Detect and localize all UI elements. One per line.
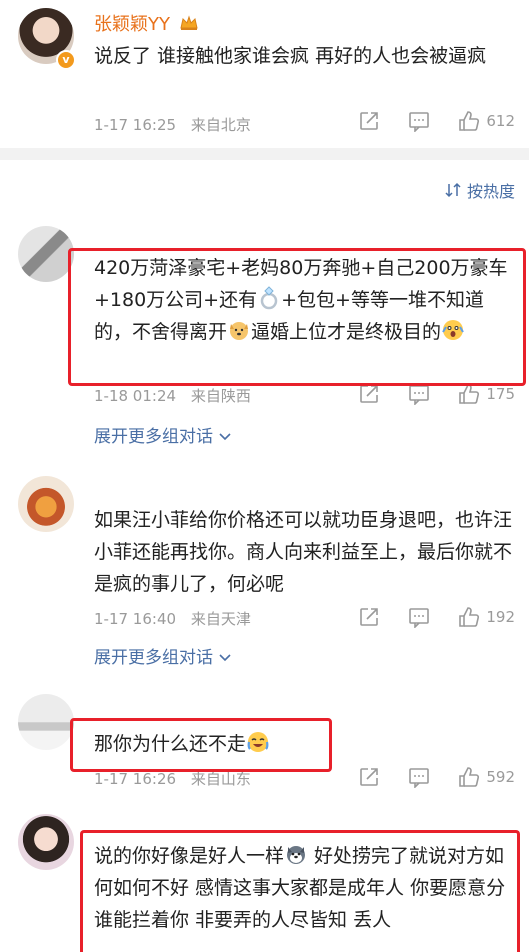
like-button[interactable]: 175: [458, 383, 515, 405]
chevron-down-icon: [219, 433, 231, 441]
comment-icon: [409, 768, 430, 788]
comment-text: 说的你好像是好人一样 好处捞完了就说对方如何如何不好 感情这事大家都是成年人 你…: [94, 840, 512, 936]
comment-actions: 612: [330, 110, 515, 132]
avatar[interactable]: [18, 814, 74, 870]
crying-laugh-emoji-icon: [247, 732, 269, 752]
share-icon: [360, 768, 379, 786]
comment-icon: [409, 385, 430, 405]
chevron-down-icon: [219, 654, 231, 662]
comment-4: 那你为什么还不走 1-17 16:26 来自山东 592: [0, 690, 529, 805]
expand-conversation-link[interactable]: 展开更多组对话: [94, 422, 231, 447]
share-button[interactable]: [358, 110, 380, 132]
comment-location: 来自天津: [190, 610, 251, 628]
comment-text: 如果汪小菲给你价格还可以就功臣身退吧，也许汪小菲还能再找你。商人向来利益至上，最…: [94, 509, 513, 595]
comment-text: 420万菏泽豪宅+老妈80万奔驰+自己200万豪车+180万公司+还有 +包包+等…: [94, 252, 519, 348]
section-divider: [0, 148, 529, 160]
crown-icon: [180, 15, 198, 30]
comment-text-part: 说的你好像是好人一样: [94, 845, 285, 867]
like-button[interactable]: 592: [458, 766, 515, 788]
husky-emoji-icon: [287, 846, 306, 864]
comment-button[interactable]: [408, 110, 430, 132]
comment-icon: [409, 112, 430, 132]
like-count: 175: [486, 385, 515, 403]
comment-meta: 1-17 16:26 来自山东: [94, 768, 251, 789]
like-count: 192: [486, 608, 515, 626]
share-icon: [360, 112, 379, 130]
comment-meta: 1-18 01:24 来自陕西: [94, 385, 251, 406]
like-button[interactable]: 612: [458, 110, 515, 132]
comment-location: 来自北京: [190, 116, 251, 134]
comment-3: 如果汪小菲给你价格还可以就功臣身退吧，也许汪小菲还能再找你。商人向来利益至上，最…: [0, 470, 529, 685]
avatar[interactable]: [18, 476, 74, 532]
comment-5: 说的你好像是好人一样 好处捞完了就说对方如何如何不好 感情这事大家都是成年人 你…: [0, 810, 529, 952]
thumbs-up-icon: [459, 384, 480, 404]
ring-emoji-icon: [260, 286, 278, 310]
comment-icon: [409, 608, 430, 628]
expand-label: 展开更多组对话: [94, 648, 213, 668]
sort-button[interactable]: 按热度: [445, 178, 515, 202]
share-icon: [360, 608, 379, 626]
comment-date: 1-18 01:24: [94, 387, 177, 405]
like-count: 612: [486, 112, 515, 130]
share-icon: [360, 385, 379, 403]
comment-button[interactable]: [408, 606, 430, 628]
comment-text: 那你为什么还不走: [94, 728, 514, 760]
comment-location: 来自陕西: [190, 387, 251, 405]
username[interactable]: 张颖颖YY: [94, 10, 198, 36]
expand-label: 展开更多组对话: [94, 427, 213, 447]
share-button[interactable]: [358, 606, 380, 628]
sort-label: 按热度: [466, 182, 515, 201]
comment-button[interactable]: [408, 383, 430, 405]
avatar[interactable]: [18, 694, 74, 750]
comment-text: 说反了 谁接触他家谁会疯 再好的人也会被逼疯: [94, 45, 487, 67]
comment-meta: 1-17 16:40 来自天津: [94, 608, 251, 629]
thumbs-up-icon: [459, 111, 480, 131]
dog-emoji-icon: [230, 322, 249, 340]
username-text[interactable]: 张颖颖YY: [94, 14, 170, 35]
comment-1: v 张颖颖YY 说反了 谁接触他家谁会疯 再好的人也会被逼疯 1-17 16:2…: [0, 0, 529, 148]
comment-actions: 192: [330, 606, 515, 628]
comment-location: 来自山东: [190, 770, 251, 788]
comment-date: 1-17 16:26: [94, 770, 177, 788]
like-button[interactable]: 192: [458, 606, 515, 628]
share-button[interactable]: [358, 383, 380, 405]
comment-date: 1-17 16:25: [94, 116, 177, 134]
thumbs-up-icon: [459, 607, 480, 627]
like-count: 592: [486, 768, 515, 786]
thumbs-up-icon: [459, 767, 480, 787]
scream-emoji-icon: [442, 320, 464, 340]
sort-icon: [445, 182, 461, 198]
verified-badge-icon: v: [56, 50, 76, 70]
comment-meta: 1-17 16:25 来自北京: [94, 114, 251, 135]
avatar[interactable]: [18, 226, 74, 282]
expand-conversation-link[interactable]: 展开更多组对话: [94, 643, 231, 668]
comment-text-part: 逼婚上位才是终极目的: [251, 321, 442, 343]
comment-2: 420万菏泽豪宅+老妈80万奔驰+自己200万豪车+180万公司+还有 +包包+等…: [0, 220, 529, 460]
comment-actions: 175: [330, 383, 515, 405]
comment-text-part: 那你为什么还不走: [94, 733, 247, 755]
comment-actions: 592: [330, 766, 515, 788]
comment-date: 1-17 16:40: [94, 610, 177, 628]
share-button[interactable]: [358, 766, 380, 788]
comment-button[interactable]: [408, 766, 430, 788]
